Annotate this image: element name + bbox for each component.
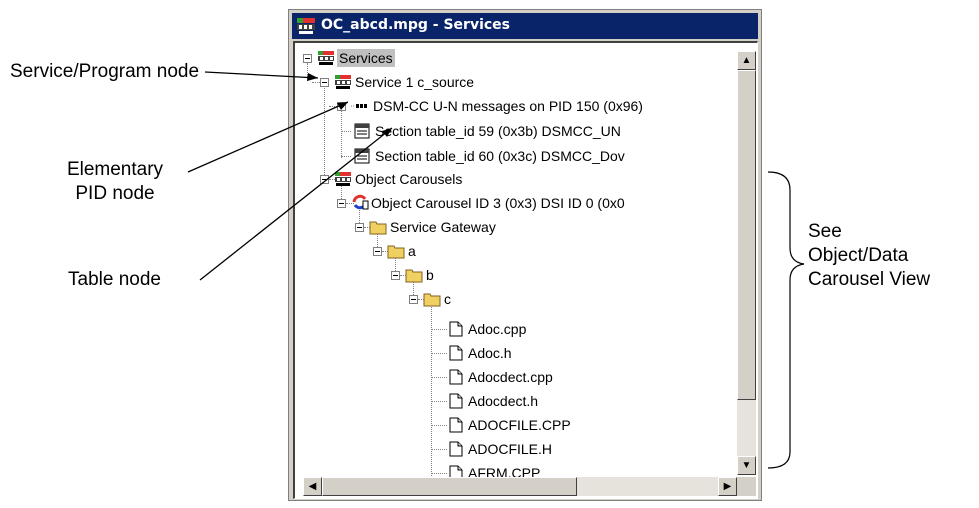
callout-line-service (204, 71, 319, 79)
callout-arrow-table (382, 128, 392, 137)
callout-line-pid (187, 101, 349, 173)
callout-line-table (199, 127, 393, 281)
callout-overlay (187, 71, 805, 469)
carousel-brace (767, 171, 805, 469)
callout-arrow-service (307, 73, 318, 81)
